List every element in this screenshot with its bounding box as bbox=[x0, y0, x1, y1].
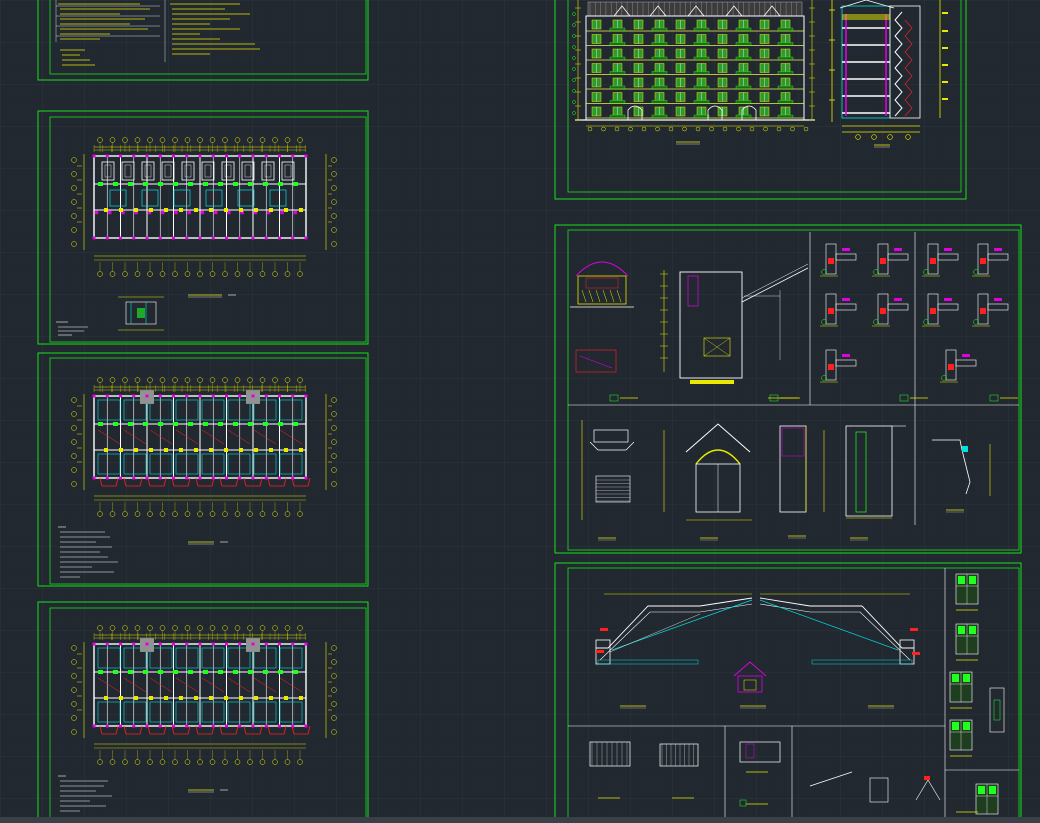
grid-major bbox=[0, 0, 1040, 823]
status-bar bbox=[0, 817, 1040, 823]
cad-model-space[interactable] bbox=[0, 0, 1040, 823]
